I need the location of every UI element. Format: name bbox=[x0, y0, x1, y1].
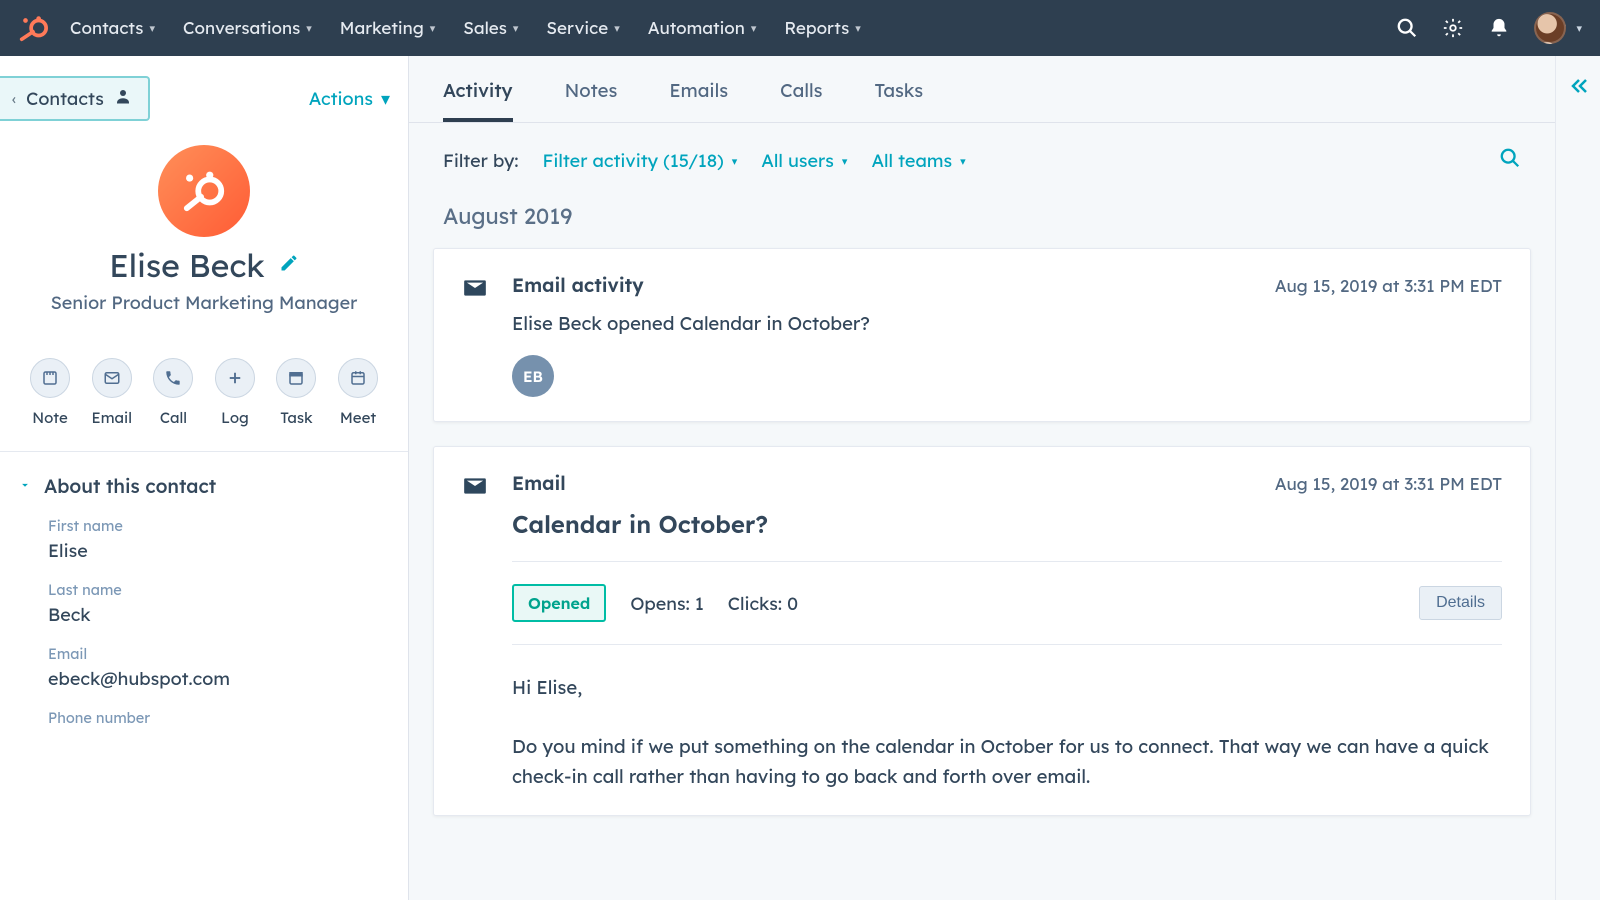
record-tabs: Activity Notes Emails Calls Tasks bbox=[409, 56, 1555, 123]
person-icon bbox=[114, 87, 132, 110]
topnav-right: ▾ bbox=[1396, 12, 1582, 44]
activity-text: Elise Beck opened Calendar in October? bbox=[512, 311, 1502, 335]
filter-bar: Filter by: Filter activity (15/18)▾ All … bbox=[409, 123, 1555, 184]
nav-marketing[interactable]: Marketing▾ bbox=[340, 18, 435, 39]
meet-button[interactable]: Meet bbox=[338, 358, 378, 427]
nav-service[interactable]: Service▾ bbox=[546, 18, 619, 39]
search-icon[interactable] bbox=[1396, 17, 1418, 39]
log-button[interactable]: Log bbox=[215, 358, 255, 427]
clicks-metric: Clicks: 0 bbox=[728, 592, 798, 615]
actions-dropdown[interactable]: Actions ▾ bbox=[309, 87, 390, 110]
timeline-search-icon[interactable] bbox=[1499, 147, 1521, 174]
nav-reports[interactable]: Reports▾ bbox=[784, 18, 860, 39]
account-menu[interactable]: ▾ bbox=[1534, 12, 1582, 44]
right-panel-toggle[interactable] bbox=[1556, 56, 1600, 900]
caret-down-icon: ▾ bbox=[842, 154, 848, 168]
nav-sales[interactable]: Sales▾ bbox=[463, 18, 518, 39]
contact-actions: Note Email Call Log Task Meet bbox=[0, 340, 408, 451]
field-phone[interactable]: Phone number bbox=[48, 708, 388, 731]
user-avatar bbox=[1534, 12, 1566, 44]
topnav-menu: Contacts▾ Conversations▾ Marketing▾ Sale… bbox=[70, 18, 1396, 39]
timeline-date: Aug 15, 2019 at 3:31 PM EDT bbox=[1275, 276, 1502, 297]
timeline-card-email-activity[interactable]: Email activity Aug 15, 2019 at 3:31 PM E… bbox=[433, 248, 1531, 422]
chevron-down-icon: ▾ bbox=[149, 21, 155, 35]
filter-users[interactable]: All users▾ bbox=[761, 149, 847, 172]
nav-conversations[interactable]: Conversations▾ bbox=[183, 18, 312, 39]
email-body: Hi Elise, Do you mind if we put somethin… bbox=[512, 673, 1502, 791]
chevron-down-icon: ▾ bbox=[430, 21, 436, 35]
chevron-down-icon: ▾ bbox=[513, 21, 519, 35]
note-button[interactable]: Note bbox=[30, 358, 70, 427]
call-button[interactable]: Call bbox=[153, 358, 193, 427]
filter-teams[interactable]: All teams▾ bbox=[871, 149, 965, 172]
email-icon bbox=[462, 275, 490, 297]
contact-name: Elise Beck bbox=[109, 245, 264, 285]
caret-down-icon: ▾ bbox=[381, 87, 390, 110]
contact-title: Senior Product Marketing Manager bbox=[20, 291, 388, 314]
nav-automation[interactable]: Automation▾ bbox=[648, 18, 757, 39]
main-panel: Activity Notes Emails Calls Tasks Filter… bbox=[409, 56, 1600, 900]
chevron-down-icon: ▾ bbox=[614, 21, 620, 35]
task-button[interactable]: Task bbox=[276, 358, 316, 427]
about-fields: First name Elise Last name Beck Email eb… bbox=[0, 510, 408, 761]
activity-avatar: EB bbox=[512, 355, 554, 397]
field-first-name[interactable]: First name Elise bbox=[48, 516, 388, 562]
chevron-down-icon: ▾ bbox=[306, 21, 312, 35]
gear-icon[interactable] bbox=[1442, 17, 1464, 39]
nav-contacts[interactable]: Contacts▾ bbox=[70, 18, 155, 39]
bell-icon[interactable] bbox=[1488, 17, 1510, 39]
filter-activity[interactable]: Filter activity (15/18)▾ bbox=[543, 149, 738, 172]
tab-notes[interactable]: Notes bbox=[565, 78, 618, 122]
field-last-name[interactable]: Last name Beck bbox=[48, 580, 388, 626]
caret-down-icon: ▾ bbox=[960, 154, 966, 168]
contact-avatar bbox=[158, 145, 250, 237]
email-icon bbox=[462, 473, 490, 495]
opened-badge: Opened bbox=[512, 584, 606, 622]
email-subject: Calendar in October? bbox=[512, 509, 1502, 539]
left-panel: ‹ Contacts Actions ▾ Elise Beck Senior P… bbox=[0, 56, 409, 900]
tab-emails[interactable]: Emails bbox=[669, 78, 728, 122]
chevron-down-icon: ▾ bbox=[1576, 21, 1582, 35]
chevron-down-icon: ▾ bbox=[855, 21, 861, 35]
email-button[interactable]: Email bbox=[92, 358, 132, 427]
chevron-down-icon bbox=[18, 476, 32, 496]
field-email[interactable]: Email ebeck@hubspot.com bbox=[48, 644, 388, 690]
tab-activity[interactable]: Activity bbox=[443, 78, 513, 122]
details-button[interactable]: Details bbox=[1419, 586, 1502, 620]
tab-tasks[interactable]: Tasks bbox=[875, 78, 924, 122]
timeline-group-label: August 2019 bbox=[409, 184, 1555, 248]
timeline-date: Aug 15, 2019 at 3:31 PM EDT bbox=[1275, 474, 1502, 495]
caret-down-icon: ▾ bbox=[732, 154, 738, 168]
chevron-down-icon: ▾ bbox=[751, 21, 757, 35]
top-nav: Contacts▾ Conversations▾ Marketing▾ Sale… bbox=[0, 0, 1600, 56]
chevron-left-icon: ‹ bbox=[12, 89, 16, 108]
contact-profile: Elise Beck Senior Product Marketing Mana… bbox=[0, 127, 408, 340]
timeline-card-email[interactable]: Email Aug 15, 2019 at 3:31 PM EDT Calend… bbox=[433, 446, 1531, 816]
hubspot-logo bbox=[18, 13, 48, 43]
edit-name-button[interactable] bbox=[279, 253, 299, 277]
opens-metric: Opens: 1 bbox=[630, 592, 703, 615]
back-to-contacts[interactable]: ‹ Contacts bbox=[0, 76, 150, 121]
about-section-toggle[interactable]: About this contact bbox=[0, 452, 408, 510]
tab-calls[interactable]: Calls bbox=[780, 78, 822, 122]
